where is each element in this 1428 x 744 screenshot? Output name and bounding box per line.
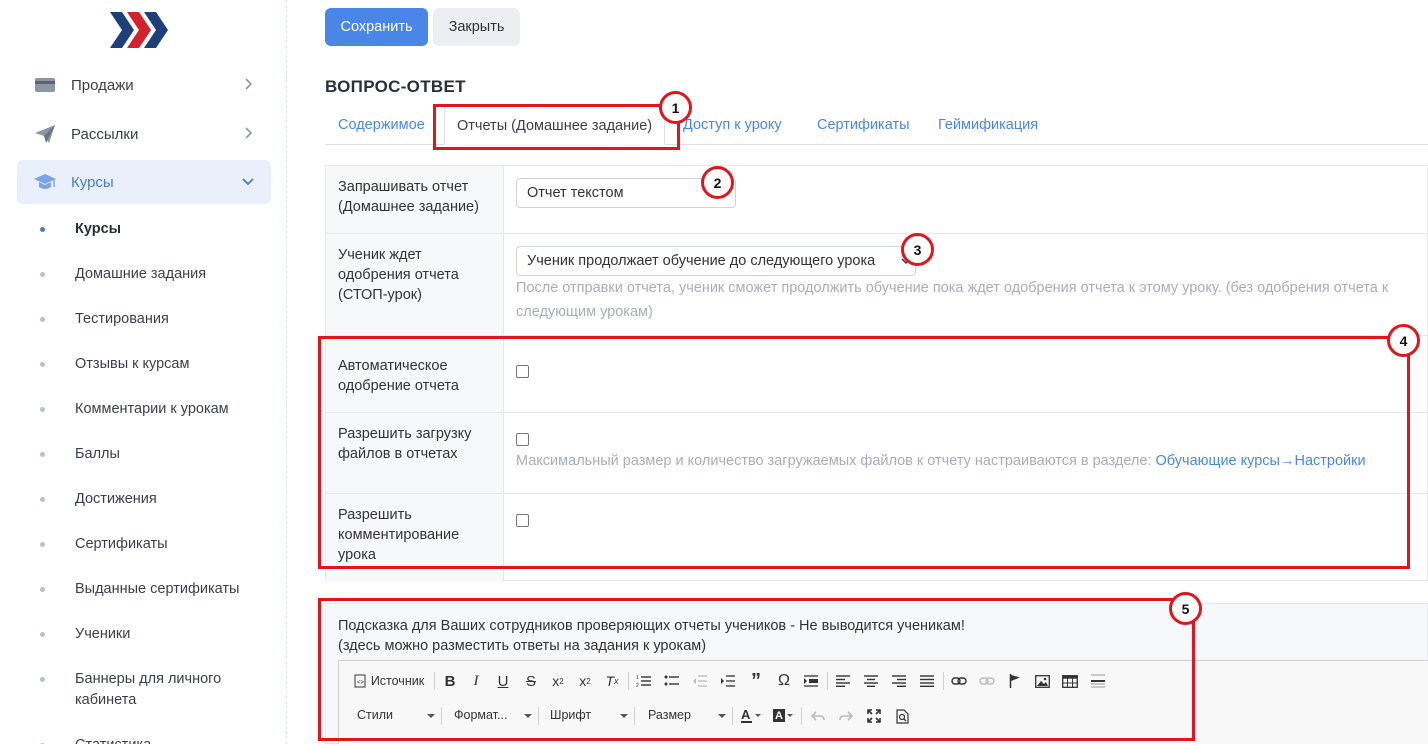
sidebar-item-label: Продажи	[71, 76, 134, 94]
help-text: После отправки отчета, ученик сможет про…	[516, 280, 1389, 296]
bullet-icon	[40, 362, 45, 367]
bullet-icon	[40, 497, 45, 502]
bullet-icon	[40, 227, 45, 232]
highlight-box-reports-tab	[433, 104, 680, 150]
sidebar-item-label: Курсы	[71, 173, 114, 191]
annotation-badge-2: 2	[701, 166, 734, 199]
sidebar-subitem-students[interactable]: Ученики	[40, 624, 245, 645]
annotation-badge-5: 5	[1169, 592, 1202, 625]
annotation-badge-4: 4	[1387, 324, 1420, 357]
sidebar: Продажи Рассылки Курсы Курсы Домашние за…	[0, 0, 287, 744]
tab-gamification[interactable]: Геймификация	[938, 117, 1038, 133]
sidebar-subitem-achievements[interactable]: Достижения	[40, 489, 245, 510]
sidebar-item-sales[interactable]: Продажи	[17, 63, 271, 107]
annotation-badge-3: 3	[901, 233, 934, 266]
help-text: следующим урокам)	[516, 304, 653, 320]
select-value: Ученик продолжает обучение до следующего…	[527, 253, 876, 269]
form-row-request-report: Запрашивать отчет (Домашнее задание) Отч…	[326, 166, 1428, 234]
graduation-cap-icon	[33, 170, 57, 194]
bullet-icon	[40, 587, 45, 592]
highlight-box-hint-editor	[318, 598, 1195, 741]
bullet-icon	[40, 452, 45, 457]
field-label: Запрашивать отчет (Домашнее задание)	[326, 166, 504, 233]
app-root: Продажи Рассылки Курсы Курсы Домашние за…	[0, 0, 1428, 744]
paper-plane-icon	[33, 122, 57, 146]
bullet-icon	[40, 317, 45, 322]
tab-content[interactable]: Содержимое	[338, 117, 425, 133]
sidebar-subitem-issued-certificates[interactable]: Выданные сертификаты	[40, 579, 245, 600]
highlight-box-checkbox-options	[318, 336, 1410, 569]
sidebar-subitem-reviews[interactable]: Отзывы к курсам	[40, 354, 245, 375]
logo-icon[interactable]	[110, 12, 172, 48]
sidebar-subitem-certificates[interactable]: Сертификаты	[40, 534, 245, 555]
sidebar-subitem-points[interactable]: Баллы	[40, 444, 245, 465]
sidebar-item-label: Рассылки	[71, 125, 139, 143]
bullet-icon	[40, 542, 45, 547]
sidebar-subitem-homework[interactable]: Домашние задания	[40, 264, 245, 285]
form-row-stop-lesson: Ученик ждет одобрения отчета (СТОП-урок)…	[326, 234, 1428, 336]
save-button[interactable]: Сохранить	[325, 8, 428, 46]
sidebar-subitem-comments[interactable]: Комментарии к урокам	[40, 399, 245, 420]
sidebar-subitem-banners[interactable]: Баннеры для личного кабинета	[40, 669, 245, 711]
stop-lesson-select[interactable]: Ученик продолжает обучение до следующего…	[516, 246, 916, 276]
tab-lesson-access[interactable]: Доступ к уроку	[683, 117, 782, 133]
chevron-right-icon	[245, 127, 253, 139]
bullet-icon	[40, 632, 45, 637]
chevron-down-icon	[242, 178, 254, 186]
sidebar-subitem-tests[interactable]: Тестирования	[40, 309, 245, 330]
sidebar-item-courses[interactable]: Курсы	[17, 160, 271, 204]
chevron-right-icon	[245, 78, 253, 90]
sidebar-subitem-statistics[interactable]: Статистика	[40, 735, 245, 744]
bullet-icon	[40, 677, 45, 682]
annotation-badge-1: 1	[659, 91, 692, 124]
close-button[interactable]: Закрыть	[433, 8, 520, 46]
page-title: ВОПРОС-ОТВЕТ	[325, 77, 466, 96]
bullet-icon	[40, 407, 45, 412]
field-label: Ученик ждет одобрения отчета (СТОП-урок)	[326, 234, 504, 335]
tab-certificates[interactable]: Сертификаты	[817, 117, 910, 133]
wallet-icon	[33, 73, 57, 97]
sidebar-subitem-courses[interactable]: Курсы	[40, 219, 245, 240]
bullet-icon	[40, 272, 45, 277]
sidebar-item-mailings[interactable]: Рассылки	[17, 112, 271, 156]
